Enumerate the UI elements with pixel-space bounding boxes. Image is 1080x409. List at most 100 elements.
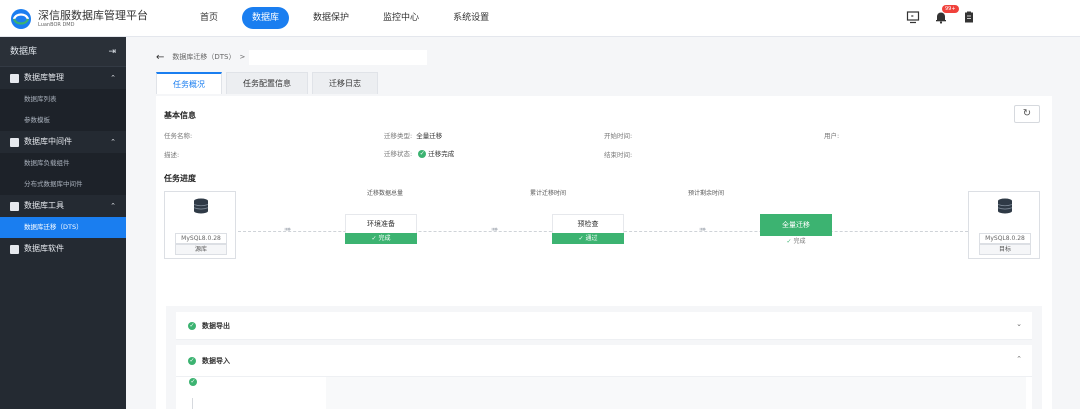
arrow-right-icon: ➠: [491, 225, 499, 235]
sidebar-group-db-management[interactable]: 数据库管理 ⌃: [0, 67, 126, 89]
label-elapsed-time: 累计迁移时间: [530, 190, 567, 197]
field-migrate-status: 迁移状态: ✓ 迁移完成: [384, 150, 455, 158]
stage-status: ✓ 完成: [760, 236, 832, 247]
field-start-time: 开始时间:: [604, 132, 633, 140]
middleware-icon: [10, 137, 19, 147]
nav-system-settings[interactable]: 系统设置: [443, 7, 499, 29]
nav-monitor-center[interactable]: 监控中心: [373, 7, 429, 29]
field-description: 描述:: [164, 151, 180, 159]
database-icon: [997, 198, 1013, 214]
stage-title: 环境准备: [345, 214, 417, 233]
sidebar-item-param-template[interactable]: 参数模板: [0, 110, 126, 131]
notification-badge: 99+: [942, 5, 959, 13]
breadcrumb-dts[interactable]: 数据库迁移（DTS）: [172, 52, 235, 62]
arrow-right-icon: ➠: [284, 225, 292, 235]
sidebar-item-distributed-middleware[interactable]: 分布式数据库中间件: [0, 174, 126, 195]
detail-sections: ✓ 数据导出 ⌄ ✓ 数据导入 ⌃ ✓ ✓: [166, 306, 1042, 409]
stage-title: 预检查: [552, 214, 624, 233]
sidebar-header: 数据库 ⇥: [0, 37, 126, 67]
chevron-up-icon: ⌃: [110, 74, 116, 82]
check-icon: ✓: [188, 322, 196, 330]
sidebar-item-db-load-component[interactable]: 数据库负载组件: [0, 153, 126, 174]
migrate-status-value: 迁移完成: [428, 150, 455, 158]
stage-env-prep: 环境准备 ✓ 完成: [345, 214, 417, 244]
sidebar-group-label: 数据库工具: [24, 201, 64, 210]
app-subtitle: LuanBOR DMD: [38, 21, 75, 28]
timeline-content: [326, 377, 1026, 409]
chevron-up-icon: ⌃: [110, 202, 116, 210]
sidebar-group-db-tools[interactable]: 数据库工具 ⌃: [0, 195, 126, 217]
arrow-right-icon: ➠: [699, 225, 707, 235]
tab-task-config[interactable]: 任务配置信息: [226, 72, 308, 94]
stage-status: ✓ 完成: [345, 233, 417, 244]
migrate-type-value: 全量迁移: [416, 132, 443, 140]
field-migrate-type: 迁移类型: 全量迁移: [384, 132, 443, 140]
target-db-role: 目标: [979, 244, 1031, 255]
nav-home[interactable]: 首页: [190, 7, 228, 29]
nav-data-protection[interactable]: 数据保护: [303, 7, 359, 29]
source-db-role: 源库: [175, 244, 227, 255]
database-manage-icon: [10, 73, 19, 83]
refresh-icon: ↻: [1022, 108, 1032, 119]
wrench-icon: [10, 201, 19, 211]
logo[interactable]: 深信服数据库管理平台 LuanBOR DMD: [10, 8, 148, 30]
source-db-name: MySQL8.0.28: [175, 233, 227, 244]
target-db-name: MySQL8.0.28: [979, 233, 1031, 244]
sidebar-group-label: 数据库软件: [24, 244, 64, 253]
tab-migration-log[interactable]: 迁移日志: [312, 72, 378, 94]
refresh-button[interactable]: ↻: [1014, 105, 1040, 123]
sidebar-item-dts[interactable]: 数据库迁移（DTS）: [0, 217, 126, 238]
breadcrumb-task-name: [249, 49, 428, 65]
sidebar: 数据库 ⇥ 数据库管理 ⌃ 数据库列表 参数模板 数据库中间件 ⌃ 数据库负载组…: [0, 37, 126, 409]
main-content: ← 数据库迁移（DTS） > 任务概况 任务配置信息 迁移日志 基本信息 ↻ 任…: [126, 37, 1080, 409]
top-icons: 99+: [892, 5, 976, 24]
target-db-box: MySQL8.0.28 目标: [968, 191, 1040, 259]
sidebar-group-db-software[interactable]: 数据库软件: [0, 238, 126, 260]
sidebar-item-db-list[interactable]: 数据库列表: [0, 89, 126, 110]
label-total-data: 迁移数据总量: [367, 190, 404, 197]
chevron-down-icon[interactable]: ⌄: [1016, 320, 1022, 328]
section-title: 数据导入: [202, 357, 230, 365]
stage-precheck: 预检查 ✓ 通过: [552, 214, 624, 244]
field-end-time: 结束时间:: [604, 151, 633, 159]
chevron-up-icon: ⌃: [110, 138, 116, 146]
label-remaining-time: 预计剩余时间: [688, 190, 725, 197]
progress-title: 任务进度: [164, 174, 196, 183]
check-icon: ✓: [188, 357, 196, 365]
overview-panel: 基本信息 ↻ 任务名称: 迁移类型: 全量迁移 开始时间: 用户: 描述: 迁移状…: [156, 96, 1052, 409]
app-title: 深信服数据库管理平台: [38, 8, 148, 22]
notification-button[interactable]: 99+: [934, 5, 959, 24]
check-icon: ✓: [189, 378, 197, 386]
screen-icon[interactable]: [906, 10, 920, 24]
source-db-box: MySQL8.0.28 源库: [164, 191, 236, 259]
breadcrumb-separator: >: [239, 53, 246, 61]
field-user: 用户:: [824, 132, 840, 140]
stage-title: 全量迁移: [760, 214, 832, 236]
chevron-up-icon[interactable]: ⌃: [1016, 355, 1022, 363]
stage-full-migration: 全量迁移 ✓ 完成: [760, 214, 832, 247]
sidebar-title: 数据库: [10, 47, 38, 57]
data-import-timeline: ✓ ✓: [176, 377, 1032, 409]
sidebar-group-db-middleware[interactable]: 数据库中间件 ⌃: [0, 131, 126, 153]
basic-info-title: 基本信息: [164, 111, 196, 120]
stage-status: ✓ 通过: [552, 233, 624, 244]
field-task-name: 任务名称:: [164, 132, 193, 140]
breadcrumb: ← 数据库迁移（DTS） >: [156, 49, 428, 65]
section-data-import[interactable]: ✓ 数据导入 ⌃: [176, 345, 1032, 377]
database-icon: [193, 198, 209, 214]
logo-icon: [11, 9, 31, 29]
top-bar: 深信服数据库管理平台 LuanBOR DMD 首页 数据库 数据保护 监控中心 …: [0, 0, 1080, 37]
software-icon: [10, 244, 19, 254]
tab-bar: 任务概况 任务配置信息 迁移日志: [156, 72, 382, 94]
main-nav: 首页 数据库 数据保护 监控中心 系统设置: [190, 7, 513, 29]
back-arrow-icon[interactable]: ←: [156, 52, 164, 63]
nav-database[interactable]: 数据库: [242, 7, 290, 29]
check-icon: ✓: [418, 150, 427, 158]
clipboard-icon[interactable]: [962, 10, 976, 24]
section-data-export[interactable]: ✓ 数据导出 ⌄: [176, 312, 1032, 340]
tab-task-overview[interactable]: 任务概况: [156, 72, 222, 94]
sidebar-group-label: 数据库管理: [24, 73, 64, 82]
collapse-sidebar-icon[interactable]: ⇥: [108, 37, 116, 67]
section-title: 数据导出: [202, 322, 230, 330]
timeline-connector: [192, 398, 193, 409]
